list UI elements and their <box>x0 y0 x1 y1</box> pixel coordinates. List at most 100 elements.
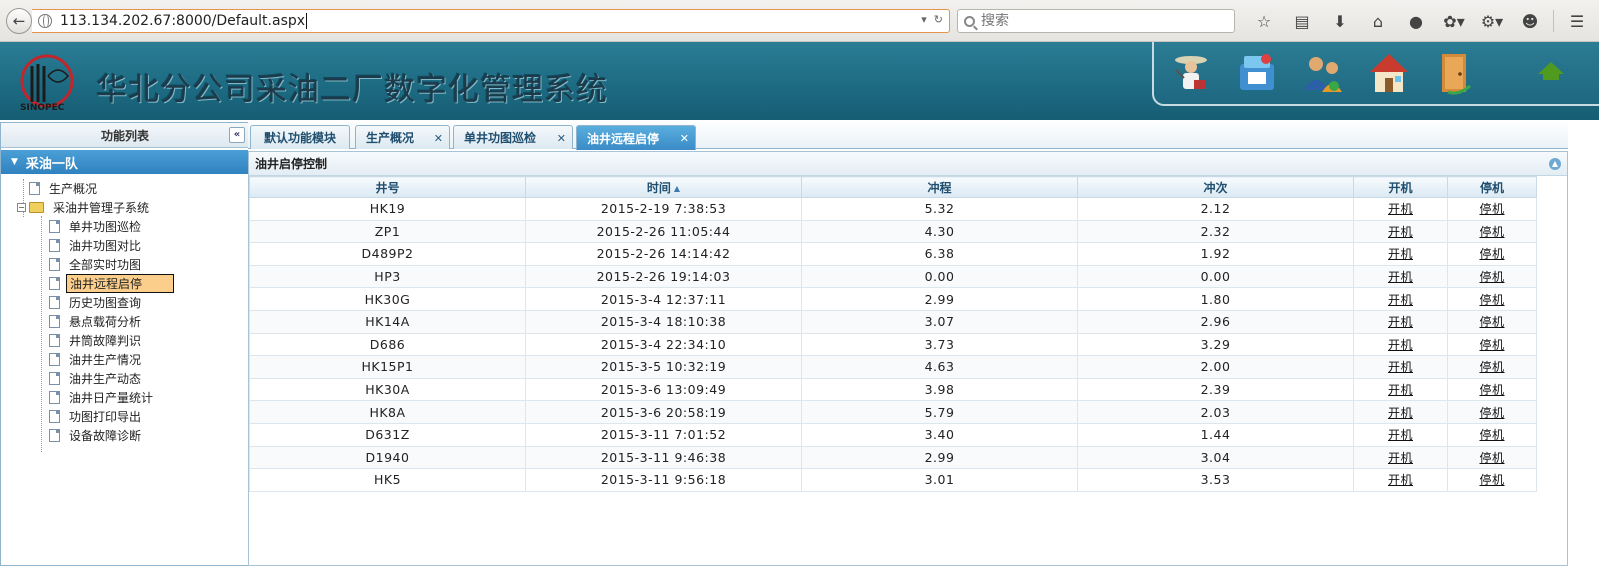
column-header-frequency[interactable]: 冲次 <box>1077 176 1354 198</box>
home-arrow-icon[interactable] <box>1534 56 1568 90</box>
start-link[interactable]: 开机 <box>1388 225 1413 239</box>
download-icon[interactable]: ⬇ <box>1321 10 1359 32</box>
start-link[interactable]: 开机 <box>1388 247 1413 261</box>
url-bar[interactable]: 113.134.202.67:8000/Default.aspx ▾ ↻ <box>32 9 950 33</box>
tree-item-well-management[interactable]: − 采油井管理子系统 <box>1 198 249 217</box>
extension-icon[interactable]: ✿▾ <box>1435 10 1473 32</box>
start-link[interactable]: 开机 <box>1388 315 1413 329</box>
tab-production-overview[interactable]: 生产概况 ✕ <box>355 125 450 149</box>
cell-stroke: 3.98 <box>801 377 1078 402</box>
bookmark-star-icon[interactable]: ☆ <box>1245 10 1283 32</box>
tree-item-equipment-diagnosis[interactable]: 设备故障诊断 <box>1 426 249 445</box>
stop-link[interactable]: 停机 <box>1479 225 1504 239</box>
close-icon[interactable]: ✕ <box>680 132 689 145</box>
cell-time: 2015-2-26 11:05:44 <box>525 219 802 244</box>
stop-link[interactable]: 停机 <box>1479 451 1504 465</box>
reload-icon[interactable]: ▾ ↻ <box>921 13 943 26</box>
tree-item-remote-start-stop[interactable]: 油井远程启停 <box>1 274 249 293</box>
cell-stop: 停机 <box>1447 287 1537 311</box>
table-row[interactable]: D631Z 2015-3-11 7:01:52 3.40 1.44 开机 停机 <box>249 422 1537 447</box>
cell-frequency: 3.04 <box>1077 445 1354 470</box>
start-link[interactable]: 开机 <box>1388 338 1413 352</box>
start-link[interactable]: 开机 <box>1388 270 1413 284</box>
tree-item-history-query[interactable]: 历史功图查询 <box>1 293 249 312</box>
tree-item-daily-output[interactable]: 油井日产量统计 <box>1 388 249 407</box>
start-link[interactable]: 开机 <box>1388 473 1413 487</box>
table-row[interactable]: D686 2015-3-4 22:34:10 3.73 3.29 开机 停机 <box>249 332 1537 357</box>
column-header-time[interactable]: 时间 ▲ <box>525 176 802 198</box>
sidebar-group-header[interactable]: ▼ 采油一队 <box>1 150 249 174</box>
expander-icon[interactable]: − <box>17 203 26 212</box>
tree-item-realtime-dynagraph[interactable]: 全部实时功图 <box>1 255 249 274</box>
column-header-stop: 停机 <box>1447 176 1537 198</box>
table-row[interactable]: HK19 2015-2-19 7:38:53 5.32 2.12 开机 停机 <box>249 197 1537 221</box>
column-header-stroke[interactable]: 冲程 <box>801 176 1078 198</box>
start-link[interactable]: 开机 <box>1388 451 1413 465</box>
start-link[interactable]: 开机 <box>1388 202 1413 216</box>
table-row[interactable]: D1940 2015-3-11 9:46:38 2.99 3.04 开机 停机 <box>249 445 1537 470</box>
table-row[interactable]: HK14A 2015-3-4 18:10:38 3.07 2.96 开机 停机 <box>249 309 1537 334</box>
stop-link[interactable]: 停机 <box>1479 315 1504 329</box>
start-link[interactable]: 开机 <box>1388 293 1413 307</box>
stop-link[interactable]: 停机 <box>1479 293 1504 307</box>
stop-link[interactable]: 停机 <box>1479 473 1504 487</box>
home-icon[interactable]: ⌂ <box>1359 10 1397 32</box>
table-row[interactable]: HK30A 2015-3-6 13:09:49 3.98 2.39 开机 停机 <box>249 377 1537 402</box>
close-icon[interactable]: ✕ <box>557 132 566 145</box>
cell-time: 2015-2-26 19:14:03 <box>525 264 802 289</box>
stop-link[interactable]: 停机 <box>1479 383 1504 397</box>
start-link[interactable]: 开机 <box>1388 360 1413 374</box>
menu-icon[interactable]: ☰ <box>1558 10 1596 32</box>
tree-item-dynagraph-compare[interactable]: 油井功图对比 <box>1 236 249 255</box>
chat-icon[interactable]: ● <box>1397 10 1435 32</box>
tree-item-production-overview[interactable]: 生产概况 <box>1 179 249 198</box>
reading-list-icon[interactable]: ▤ <box>1283 10 1321 32</box>
table-row[interactable]: HK30G 2015-3-4 12:37:11 2.99 1.80 开机 停机 <box>249 287 1537 311</box>
stop-link[interactable]: 停机 <box>1479 270 1504 284</box>
tab-remote-start-stop[interactable]: 油井远程启停 ✕ <box>576 125 696 150</box>
stop-link[interactable]: 停机 <box>1479 202 1504 216</box>
cell-stroke: 2.99 <box>801 287 1078 311</box>
table-row[interactable]: HK5 2015-3-11 9:56:18 3.01 3.53 开机 停机 <box>249 468 1537 492</box>
cell-frequency: 2.32 <box>1077 219 1354 244</box>
search-input[interactable] <box>981 13 1221 29</box>
collapse-panel-icon[interactable]: ▲ <box>1549 158 1561 170</box>
table-row[interactable]: HK8A 2015-3-6 20:58:19 5.79 2.03 开机 停机 <box>249 400 1537 424</box>
tree-item-load-analysis[interactable]: 悬点载荷分析 <box>1 312 249 331</box>
table-row[interactable]: HP3 2015-2-26 19:14:03 0.00 0.00 开机 停机 <box>249 264 1537 289</box>
table-row[interactable]: ZP1 2015-2-26 11:05:44 4.30 2.32 开机 停机 <box>249 219 1537 244</box>
addon-icon[interactable]: ⚙▾ <box>1473 10 1511 32</box>
stop-link[interactable]: 停机 <box>1479 406 1504 420</box>
collapse-sidebar-button[interactable]: « <box>229 127 245 143</box>
package-icon[interactable] <box>1234 50 1280 96</box>
url-text[interactable]: 113.134.202.67:8000/Default.aspx <box>60 13 305 29</box>
tree-item-print-export[interactable]: 功图打印导出 <box>1 407 249 426</box>
tab-default-module[interactable]: 默认功能模块 <box>250 125 350 149</box>
exit-door-icon[interactable] <box>1432 50 1478 96</box>
back-button[interactable]: ← <box>6 8 32 34</box>
search-box[interactable] <box>957 9 1235 33</box>
cell-stop: 停机 <box>1447 400 1537 424</box>
smiley-icon[interactable]: ☻ <box>1511 10 1549 32</box>
stop-link[interactable]: 停机 <box>1479 338 1504 352</box>
tree-item-production-dynamics[interactable]: 油井生产动态 <box>1 369 249 388</box>
tree-item-production-status[interactable]: 油井生产情况 <box>1 350 249 369</box>
worker-icon[interactable] <box>1168 50 1214 96</box>
users-icon[interactable] <box>1300 50 1346 96</box>
column-header-well-no[interactable]: 井号 <box>249 176 526 198</box>
start-link[interactable]: 开机 <box>1388 406 1413 420</box>
table-row[interactable]: HK15P1 2015-3-5 10:32:19 4.63 2.00 开机 停机 <box>249 355 1537 379</box>
tab-single-well-patrol[interactable]: 单井功图巡检 ✕ <box>453 125 573 149</box>
tree-item-single-well-patrol[interactable]: 单井功图巡检 <box>1 217 249 236</box>
start-link[interactable]: 开机 <box>1388 428 1413 442</box>
stop-link[interactable]: 停机 <box>1479 360 1504 374</box>
home-icon[interactable] <box>1366 50 1412 96</box>
table-row[interactable]: D489P2 2015-2-26 14:14:42 6.38 1.92 开机 停机 <box>249 242 1537 266</box>
stop-link[interactable]: 停机 <box>1479 428 1504 442</box>
cell-frequency: 1.92 <box>1077 242 1354 266</box>
close-icon[interactable]: ✕ <box>434 132 443 145</box>
cell-start: 开机 <box>1353 332 1448 357</box>
tree-item-fault-identification[interactable]: 井筒故障判识 <box>1 331 249 350</box>
stop-link[interactable]: 停机 <box>1479 247 1504 261</box>
start-link[interactable]: 开机 <box>1388 383 1413 397</box>
